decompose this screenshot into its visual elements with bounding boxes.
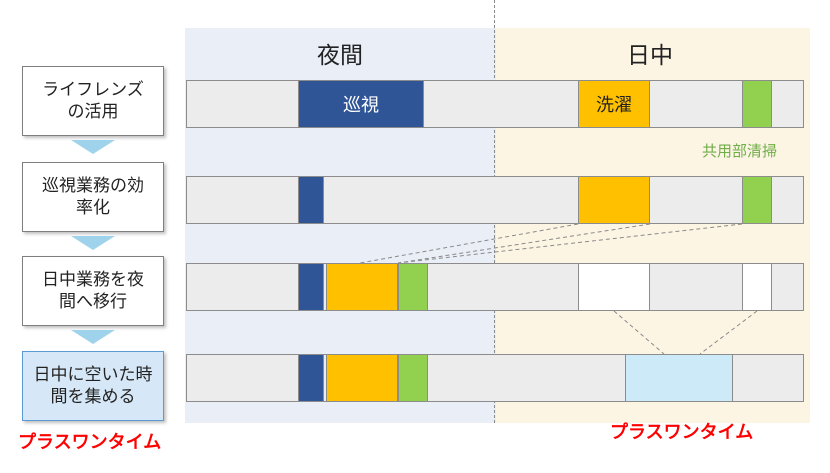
connector-line-free-left <box>613 310 665 355</box>
connector-line-cleaning <box>397 223 743 264</box>
connector-line-free-right <box>699 310 758 355</box>
connector-line-laundry-right <box>397 223 651 264</box>
connector-lines <box>359 223 758 355</box>
connector-line-laundry <box>359 223 579 264</box>
